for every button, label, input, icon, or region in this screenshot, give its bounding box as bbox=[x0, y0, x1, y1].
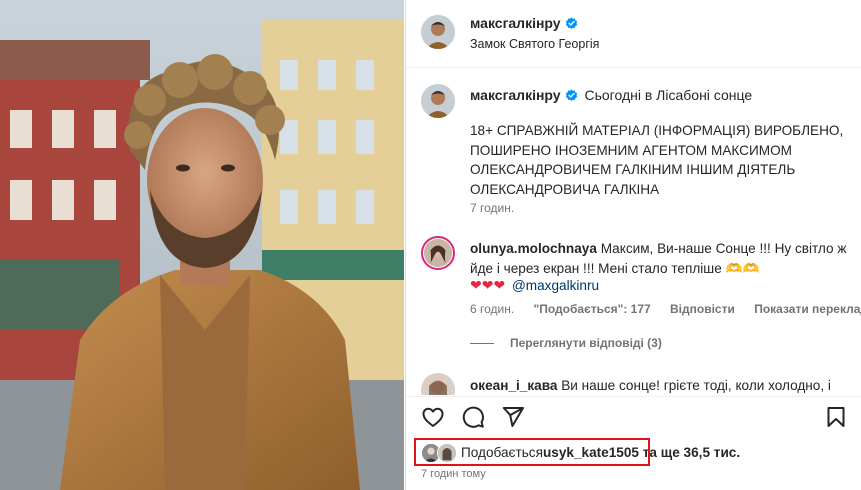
comment-icon[interactable] bbox=[461, 405, 485, 429]
comment-mention[interactable]: @maxgalkinru bbox=[512, 278, 599, 293]
heart-icon[interactable] bbox=[421, 405, 445, 429]
liker-avatar bbox=[437, 443, 457, 463]
view-replies-label[interactable]: Переглянути відповіді (3) bbox=[510, 336, 662, 350]
commenter-username[interactable]: olunya.molochnaya bbox=[470, 241, 597, 256]
bookmark-icon[interactable] bbox=[824, 405, 848, 429]
caption-head: максгалкінру Сьогодні в Лісабоні сонце bbox=[470, 87, 752, 103]
comment: океан_і_кава Ви наше сонце! грієте тоді,… bbox=[421, 373, 851, 395]
post-details-panel: максгалкінру Замок Святого Георгія максг… bbox=[405, 0, 861, 490]
caption-body: 18+ СПРАВЖНІЙ МАТЕРІАЛ (ІНФОРМАЦІЯ) ВИРО… bbox=[470, 123, 844, 197]
view-replies-button[interactable]: Переглянути відповіді (3) bbox=[470, 336, 662, 350]
comment-time[interactable]: 6 годин. bbox=[470, 302, 514, 316]
author-username[interactable]: максгалкінру bbox=[470, 15, 578, 31]
likes-user[interactable]: usyk_kate1505 bbox=[543, 445, 639, 460]
action-bar: Подобаєтьсяusyk_kate1505 та ще 36,5 тис.… bbox=[406, 396, 861, 490]
caption-title: Сьогодні в Лісабоні сонце bbox=[584, 87, 753, 103]
commenter-username[interactable]: океан_і_кава bbox=[470, 378, 557, 393]
comment-likes[interactable]: "Подобається": 177 bbox=[534, 302, 651, 316]
comment-text: океан_і_кава Ви наше сонце! грієте тоді,… bbox=[470, 376, 850, 395]
likes-text[interactable]: Подобаєтьсяusyk_kate1505 та ще 36,5 тис. bbox=[461, 445, 740, 460]
caption-time[interactable]: 7 годин. bbox=[470, 201, 514, 215]
likes-suffix[interactable]: та ще 36,5 тис. bbox=[639, 445, 740, 460]
comment-text: olunya.molochnaya Максим, Ви-наше Сонце … bbox=[470, 239, 850, 278]
caption-author-avatar[interactable] bbox=[421, 84, 455, 118]
photo-image bbox=[0, 0, 404, 490]
verified-icon bbox=[565, 17, 577, 30]
heart-emojis: ❤❤❤ bbox=[470, 277, 506, 293]
caption-username[interactable]: максгалкінру bbox=[470, 87, 561, 103]
share-icon[interactable] bbox=[501, 405, 525, 429]
post-location[interactable]: Замок Святого Георгія bbox=[470, 37, 599, 51]
comment-hearts-line: ❤❤❤ @maxgalkinru bbox=[470, 276, 599, 295]
likes-prefix: Подобається bbox=[461, 445, 543, 460]
post-photo[interactable] bbox=[0, 0, 404, 490]
commenter-avatar[interactable] bbox=[421, 236, 455, 270]
author-username-text[interactable]: максгалкінру bbox=[470, 15, 561, 31]
comment-body: Ви наше сонце! грієте тоді, коли холодно… bbox=[561, 378, 831, 393]
verified-icon bbox=[565, 89, 577, 102]
author-avatar[interactable] bbox=[421, 15, 455, 49]
post-header: максгалкінру Замок Святого Георгія bbox=[406, 0, 861, 68]
post-time[interactable]: 7 годин тому bbox=[421, 468, 486, 480]
commenter-avatar[interactable] bbox=[421, 373, 455, 395]
comment-meta: 6 годин. "Подобається": 177 Відповісти П… bbox=[470, 302, 861, 316]
replies-divider bbox=[470, 343, 494, 345]
comment-translate-button[interactable]: Показати переклад bbox=[754, 302, 861, 316]
comment-reply-button[interactable]: Відповісти bbox=[670, 302, 735, 316]
